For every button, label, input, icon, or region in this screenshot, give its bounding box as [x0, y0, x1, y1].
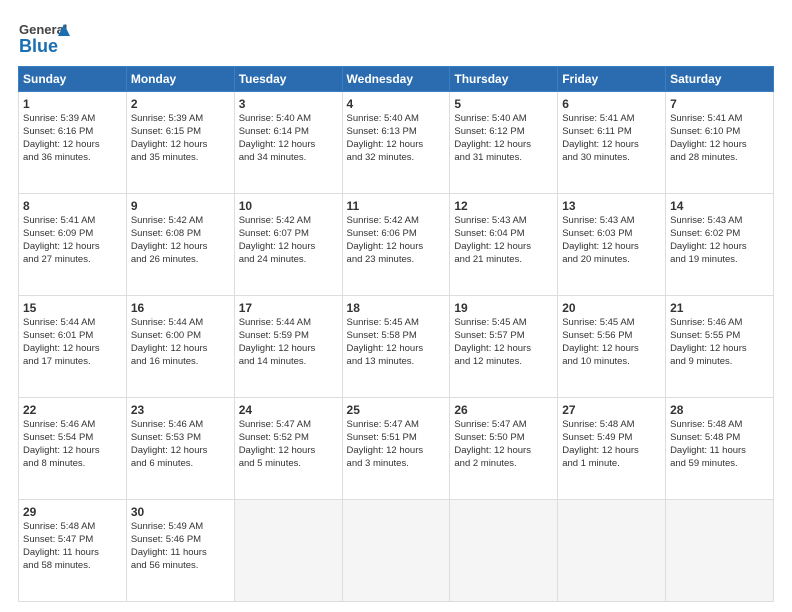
calendar-week-row: 29Sunrise: 5:48 AMSunset: 5:47 PMDayligh… — [19, 500, 774, 602]
weekday-header-monday: Monday — [126, 67, 234, 92]
day-number: 26 — [454, 402, 553, 418]
calendar-cell: 1Sunrise: 5:39 AMSunset: 6:16 PMDaylight… — [19, 92, 127, 194]
calendar-cell: 25Sunrise: 5:47 AMSunset: 5:51 PMDayligh… — [342, 398, 450, 500]
calendar-cell: 10Sunrise: 5:42 AMSunset: 6:07 PMDayligh… — [234, 194, 342, 296]
day-number: 30 — [131, 504, 230, 520]
day-number: 18 — [347, 300, 446, 316]
calendar-week-row: 8Sunrise: 5:41 AMSunset: 6:09 PMDaylight… — [19, 194, 774, 296]
calendar-week-row: 1Sunrise: 5:39 AMSunset: 6:16 PMDaylight… — [19, 92, 774, 194]
weekday-header-wednesday: Wednesday — [342, 67, 450, 92]
day-number: 13 — [562, 198, 661, 214]
calendar-cell: 7Sunrise: 5:41 AMSunset: 6:10 PMDaylight… — [666, 92, 774, 194]
day-number: 16 — [131, 300, 230, 316]
day-number: 8 — [23, 198, 122, 214]
calendar-cell — [234, 500, 342, 602]
day-number: 28 — [670, 402, 769, 418]
calendar-cell: 21Sunrise: 5:46 AMSunset: 5:55 PMDayligh… — [666, 296, 774, 398]
day-number: 1 — [23, 96, 122, 112]
day-number: 3 — [239, 96, 338, 112]
calendar-cell — [342, 500, 450, 602]
day-number: 5 — [454, 96, 553, 112]
weekday-header-sunday: Sunday — [19, 67, 127, 92]
calendar-cell — [558, 500, 666, 602]
day-number: 15 — [23, 300, 122, 316]
calendar-cell: 13Sunrise: 5:43 AMSunset: 6:03 PMDayligh… — [558, 194, 666, 296]
calendar-cell — [450, 500, 558, 602]
logo-icon: General Blue — [18, 16, 70, 58]
calendar-cell: 29Sunrise: 5:48 AMSunset: 5:47 PMDayligh… — [19, 500, 127, 602]
calendar-cell: 27Sunrise: 5:48 AMSunset: 5:49 PMDayligh… — [558, 398, 666, 500]
day-number: 22 — [23, 402, 122, 418]
calendar-cell: 5Sunrise: 5:40 AMSunset: 6:12 PMDaylight… — [450, 92, 558, 194]
calendar-cell: 28Sunrise: 5:48 AMSunset: 5:48 PMDayligh… — [666, 398, 774, 500]
calendar-cell: 15Sunrise: 5:44 AMSunset: 6:01 PMDayligh… — [19, 296, 127, 398]
calendar-cell: 11Sunrise: 5:42 AMSunset: 6:06 PMDayligh… — [342, 194, 450, 296]
day-number: 6 — [562, 96, 661, 112]
calendar-cell: 9Sunrise: 5:42 AMSunset: 6:08 PMDaylight… — [126, 194, 234, 296]
day-number: 12 — [454, 198, 553, 214]
calendar-cell: 2Sunrise: 5:39 AMSunset: 6:15 PMDaylight… — [126, 92, 234, 194]
day-number: 9 — [131, 198, 230, 214]
calendar-table: SundayMondayTuesdayWednesdayThursdayFrid… — [18, 66, 774, 602]
day-number: 7 — [670, 96, 769, 112]
calendar-body: 1Sunrise: 5:39 AMSunset: 6:16 PMDaylight… — [19, 92, 774, 602]
weekday-header-tuesday: Tuesday — [234, 67, 342, 92]
day-number: 21 — [670, 300, 769, 316]
day-number: 27 — [562, 402, 661, 418]
calendar-cell: 26Sunrise: 5:47 AMSunset: 5:50 PMDayligh… — [450, 398, 558, 500]
calendar-cell: 4Sunrise: 5:40 AMSunset: 6:13 PMDaylight… — [342, 92, 450, 194]
logo: General Blue — [18, 16, 70, 58]
day-number: 17 — [239, 300, 338, 316]
calendar-cell: 16Sunrise: 5:44 AMSunset: 6:00 PMDayligh… — [126, 296, 234, 398]
calendar-cell — [666, 500, 774, 602]
calendar-cell: 19Sunrise: 5:45 AMSunset: 5:57 PMDayligh… — [450, 296, 558, 398]
calendar-cell: 22Sunrise: 5:46 AMSunset: 5:54 PMDayligh… — [19, 398, 127, 500]
day-number: 24 — [239, 402, 338, 418]
calendar-cell: 14Sunrise: 5:43 AMSunset: 6:02 PMDayligh… — [666, 194, 774, 296]
calendar-cell: 6Sunrise: 5:41 AMSunset: 6:11 PMDaylight… — [558, 92, 666, 194]
calendar-cell: 18Sunrise: 5:45 AMSunset: 5:58 PMDayligh… — [342, 296, 450, 398]
calendar-header-row: SundayMondayTuesdayWednesdayThursdayFrid… — [19, 67, 774, 92]
weekday-header-thursday: Thursday — [450, 67, 558, 92]
calendar-cell: 30Sunrise: 5:49 AMSunset: 5:46 PMDayligh… — [126, 500, 234, 602]
svg-text:Blue: Blue — [19, 36, 58, 56]
calendar-cell: 17Sunrise: 5:44 AMSunset: 5:59 PMDayligh… — [234, 296, 342, 398]
day-number: 20 — [562, 300, 661, 316]
calendar-cell: 24Sunrise: 5:47 AMSunset: 5:52 PMDayligh… — [234, 398, 342, 500]
day-number: 2 — [131, 96, 230, 112]
day-number: 14 — [670, 198, 769, 214]
calendar-week-row: 15Sunrise: 5:44 AMSunset: 6:01 PMDayligh… — [19, 296, 774, 398]
day-number: 4 — [347, 96, 446, 112]
calendar-cell: 8Sunrise: 5:41 AMSunset: 6:09 PMDaylight… — [19, 194, 127, 296]
day-number: 10 — [239, 198, 338, 214]
calendar-cell: 23Sunrise: 5:46 AMSunset: 5:53 PMDayligh… — [126, 398, 234, 500]
calendar-cell: 3Sunrise: 5:40 AMSunset: 6:14 PMDaylight… — [234, 92, 342, 194]
day-number: 25 — [347, 402, 446, 418]
day-number: 19 — [454, 300, 553, 316]
day-number: 29 — [23, 504, 122, 520]
weekday-header-saturday: Saturday — [666, 67, 774, 92]
calendar-cell: 20Sunrise: 5:45 AMSunset: 5:56 PMDayligh… — [558, 296, 666, 398]
calendar-week-row: 22Sunrise: 5:46 AMSunset: 5:54 PMDayligh… — [19, 398, 774, 500]
day-number: 23 — [131, 402, 230, 418]
weekday-header-friday: Friday — [558, 67, 666, 92]
calendar-cell: 12Sunrise: 5:43 AMSunset: 6:04 PMDayligh… — [450, 194, 558, 296]
day-number: 11 — [347, 198, 446, 214]
